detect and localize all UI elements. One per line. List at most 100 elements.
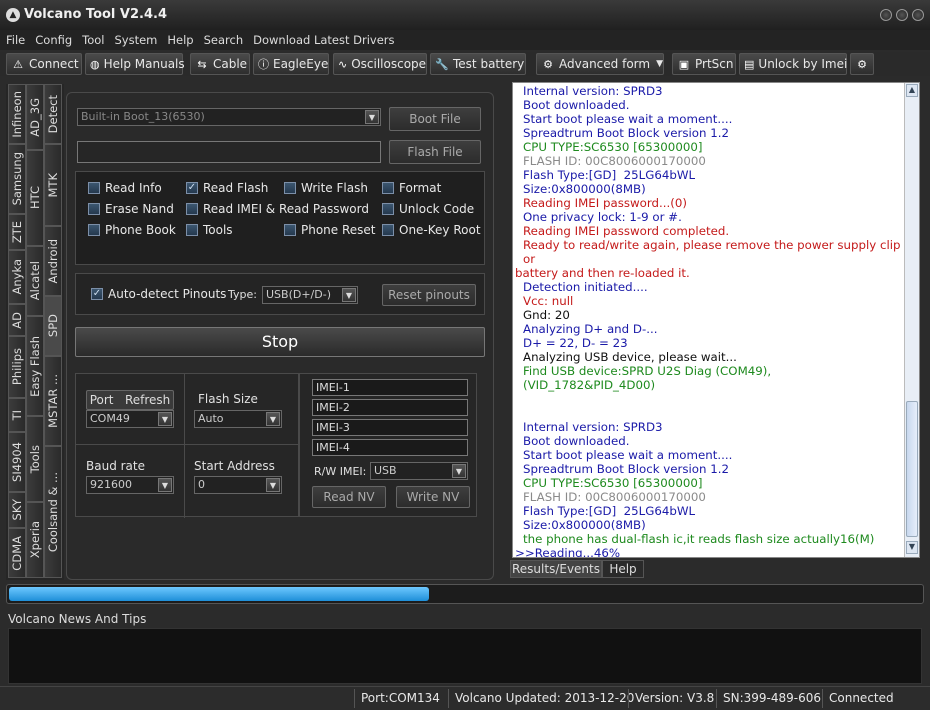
log-line: Spreadtrum Boot Block version 1.2: [523, 462, 730, 476]
results-log[interactable]: Internal version: SPRD3 Boot downloaded. S…: [512, 82, 920, 558]
settings-gear-icon: ⚙: [857, 57, 867, 71]
port-refresh-group[interactable]: Port Refresh: [86, 390, 174, 410]
tab-infineon[interactable]: Infineon: [8, 84, 26, 144]
checkbox-read-flash[interactable]: ✓: [186, 182, 198, 194]
oscilloscope-button[interactable]: ∿ Oscilloscope: [333, 53, 427, 75]
eagleeye-button[interactable]: ⓘ EagleEye: [253, 53, 329, 75]
menu-file[interactable]: File: [6, 33, 25, 47]
format-checkbox[interactable]: Format: [382, 181, 441, 195]
tab-ti[interactable]: TI: [8, 398, 26, 432]
checkbox-one-key-root[interactable]: [382, 224, 394, 236]
refresh-button[interactable]: Refresh: [125, 393, 170, 407]
tab-mtk[interactable]: MTK: [44, 144, 62, 226]
checkbox-unlock-code[interactable]: [382, 203, 394, 215]
tab-cdma[interactable]: CDMA: [8, 528, 26, 578]
help-manuals-button[interactable]: ◍ Help Manuals: [85, 53, 185, 75]
scroll-thumb[interactable]: [906, 401, 918, 537]
connect-button[interactable]: ⚠ Connect: [6, 53, 82, 75]
checkbox-auto-detect[interactable]: ✓: [91, 288, 103, 300]
tab-philips[interactable]: Philips: [8, 336, 26, 398]
tab-xperia[interactable]: Xperia: [26, 502, 44, 578]
tab-alcatel[interactable]: Alcatel: [26, 246, 44, 316]
one-key-root-checkbox[interactable]: One-Key Root: [382, 223, 481, 237]
advanced-form-button[interactable]: ⚙ Advanced form ▼: [536, 53, 664, 75]
start-address-select[interactable]: 0 ▼: [194, 476, 282, 494]
tab-results-events[interactable]: Results/Events: [510, 560, 602, 578]
chevron-down-icon: ▼: [452, 464, 466, 478]
tab-htc[interactable]: HTC: [26, 150, 44, 246]
tab-android[interactable]: Android: [44, 226, 62, 296]
write-flash-checkbox[interactable]: Write Flash: [284, 181, 368, 195]
boot-select[interactable]: Built-in Boot_13(6530) ▼: [77, 108, 381, 126]
erase-nand-checkbox[interactable]: Erase Nand: [88, 202, 174, 216]
rw-imei-select[interactable]: USB ▼: [370, 462, 468, 480]
port-select[interactable]: COM49 ▼: [86, 410, 174, 428]
flash-file-button[interactable]: Flash File: [389, 140, 481, 164]
phone-reset-checkbox[interactable]: Phone Reset: [284, 223, 376, 237]
log-scrollbar[interactable]: ▲ ▼: [904, 83, 919, 557]
stop-button[interactable]: Stop: [75, 327, 485, 357]
tab-mstar[interactable]: MSTAR ...: [44, 356, 62, 446]
flash-size-select[interactable]: Auto ▼: [194, 410, 282, 428]
tab-samsung[interactable]: Samsung: [8, 144, 26, 214]
checkbox-write-flash[interactable]: [284, 182, 296, 194]
menu-tool[interactable]: Tool: [82, 33, 104, 47]
unlock-by-imei-button[interactable]: ▤ Unlock by Imei: [739, 53, 847, 75]
chevron-down-icon[interactable]: ▼: [656, 59, 663, 69]
prtscn-button[interactable]: ▣ PrtScn: [672, 53, 736, 75]
scroll-up-icon[interactable]: ▲: [906, 84, 918, 97]
cable-button[interactable]: ⇆ Cable: [190, 53, 250, 75]
checkbox-format[interactable]: [382, 182, 394, 194]
read-flash-checkbox[interactable]: ✓ Read Flash: [186, 181, 268, 195]
tab-zte[interactable]: ZTE: [8, 214, 26, 250]
reset-pinouts-button[interactable]: Reset pinouts: [382, 284, 476, 306]
checkbox-phone-book[interactable]: [88, 224, 100, 236]
unlock-code-checkbox[interactable]: Unlock Code: [382, 202, 474, 216]
settings-button[interactable]: ⚙: [850, 53, 874, 75]
checkbox-read-info[interactable]: [88, 182, 100, 194]
checkbox-read-imei[interactable]: [186, 203, 198, 215]
tab-detect[interactable]: Detect: [44, 84, 62, 144]
tab-coolsand[interactable]: Coolsand & ...: [44, 446, 62, 578]
menu-system[interactable]: System: [115, 33, 158, 47]
maximize-button[interactable]: [896, 9, 908, 21]
checkbox-phone-reset[interactable]: [284, 224, 296, 236]
auto-detect-checkbox[interactable]: ✓ Auto-detect Pinouts: [91, 287, 226, 301]
type-select[interactable]: USB(D+/D-) ▼: [262, 286, 358, 304]
tools-checkbox[interactable]: Tools: [186, 223, 233, 237]
minimize-button[interactable]: [880, 9, 892, 21]
menu-search[interactable]: Search: [204, 33, 244, 47]
tab-tools[interactable]: Tools: [26, 416, 44, 502]
tab-help[interactable]: Help: [602, 560, 644, 578]
menu-help[interactable]: Help: [167, 33, 193, 47]
boot-file-button[interactable]: Boot File: [389, 107, 481, 131]
imei-3-field[interactable]: IMEI-3: [312, 419, 468, 436]
read-nv-button[interactable]: Read NV: [312, 486, 386, 508]
tab-ad-3g[interactable]: AD_3G: [26, 84, 44, 150]
pinouts-box: ✓ Auto-detect Pinouts Type: USB(D+/D-) ▼ R…: [75, 273, 485, 315]
write-nv-button[interactable]: Write NV: [396, 486, 470, 508]
baud-rate-select[interactable]: 921600 ▼: [86, 476, 174, 494]
read-info-checkbox[interactable]: Read Info: [88, 181, 162, 195]
imei-4-field[interactable]: IMEI-4: [312, 439, 468, 456]
test-battery-button[interactable]: 🔧 Test battery: [430, 53, 526, 75]
imei-2-field[interactable]: IMEI-2: [312, 399, 468, 416]
tab-si4904[interactable]: SI4904: [8, 432, 26, 492]
chevron-down-icon: ▼: [342, 288, 356, 302]
tab-spd[interactable]: SPD: [44, 296, 62, 356]
log-line: One privacy lock: 1-9 or #.: [523, 210, 682, 224]
flash-file-field[interactable]: [77, 141, 381, 163]
scroll-down-icon[interactable]: ▼: [906, 541, 918, 554]
menu-download-drivers[interactable]: Download Latest Drivers: [253, 33, 394, 47]
menu-config[interactable]: Config: [35, 33, 72, 47]
tab-anyka[interactable]: Anyka: [8, 250, 26, 304]
tab-ad[interactable]: AD: [8, 304, 26, 336]
checkbox-tools[interactable]: [186, 224, 198, 236]
tab-easy-flash[interactable]: Easy Flash: [26, 316, 44, 416]
phone-book-checkbox[interactable]: Phone Book: [88, 223, 176, 237]
tab-sky[interactable]: SKY: [8, 492, 26, 528]
checkbox-erase-nand[interactable]: [88, 203, 100, 215]
imei-1-field[interactable]: IMEI-1: [312, 379, 468, 396]
close-button[interactable]: [912, 9, 924, 21]
read-imei-password-checkbox[interactable]: Read IMEI & Read Password: [186, 202, 369, 216]
